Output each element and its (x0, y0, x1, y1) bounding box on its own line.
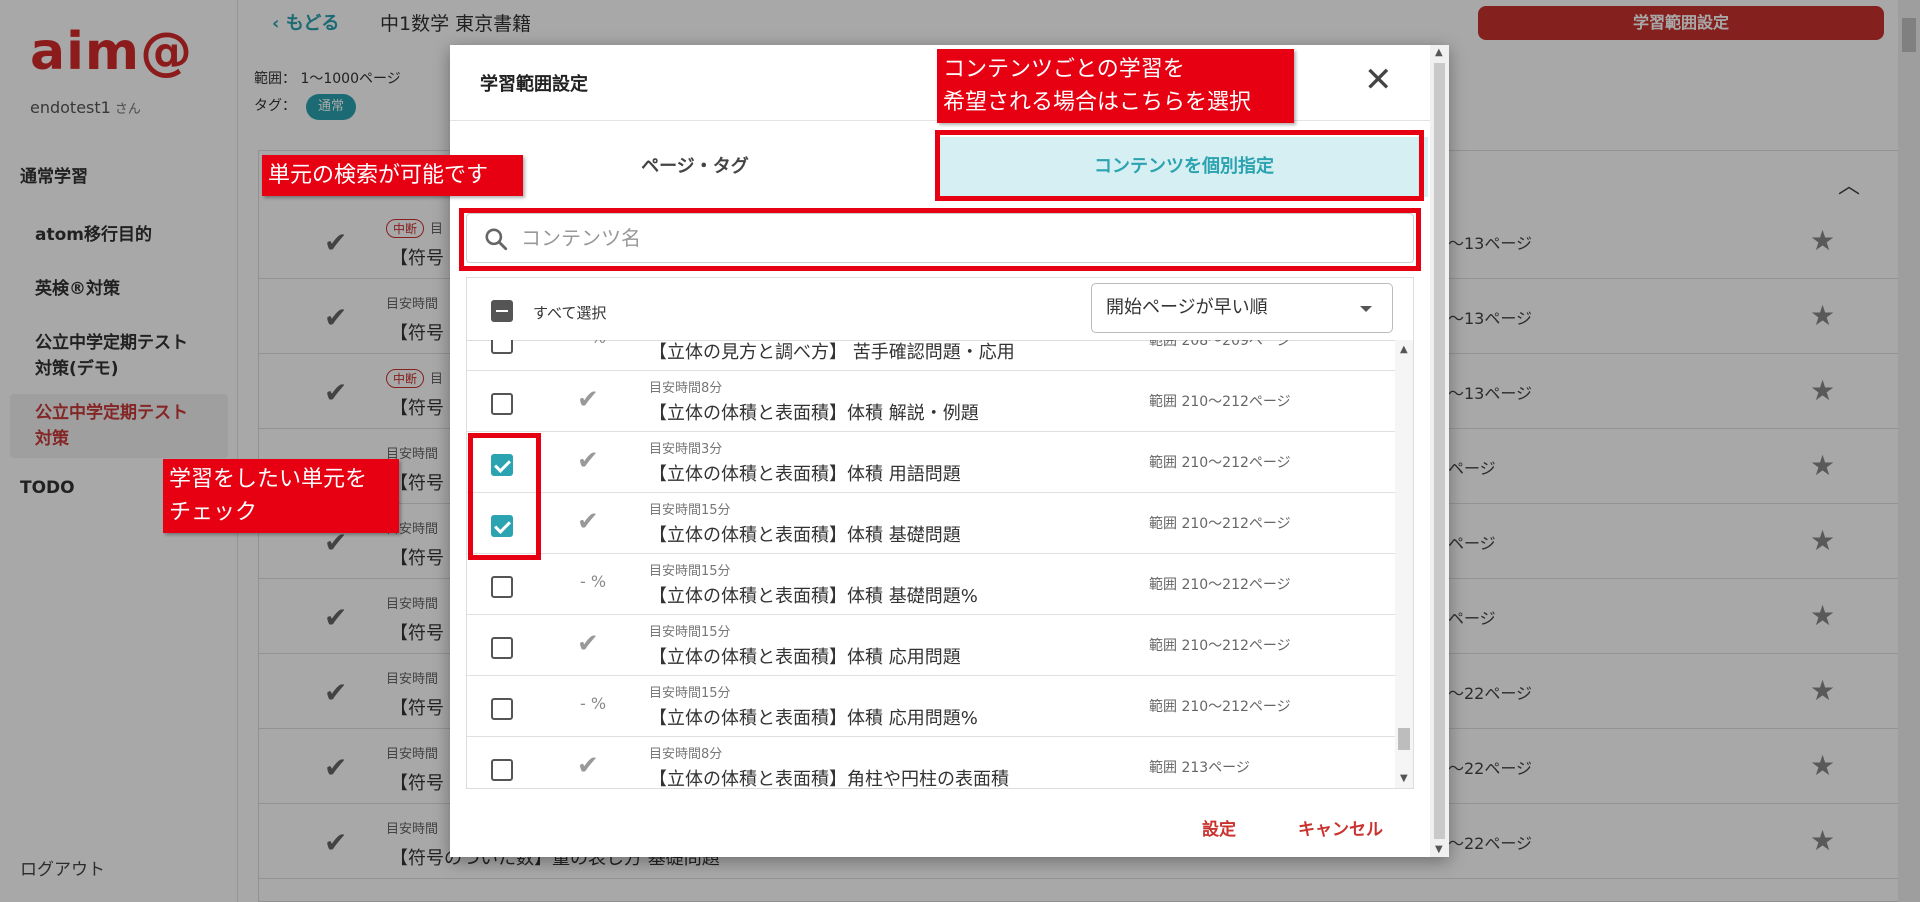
item-checkbox[interactable] (491, 759, 513, 781)
dialog-scrollbar[interactable]: ▲ ▼ (1430, 45, 1449, 857)
list-item[interactable]: - % 目安時間15分【立体の体積と表面積】体積 応用問題% 範囲 210〜212ペ… (467, 676, 1395, 737)
annotation-callout-contents-tab: コンテンツごとの学習を 希望される場合はこちらを選択 (937, 49, 1294, 123)
list-item[interactable]: ✔ 目安時間15分【立体の体積と表面積】体積 応用問題 範囲 210〜212ページ (467, 615, 1395, 676)
check-icon: ✔ (577, 751, 599, 781)
progress-status: - % (579, 572, 607, 591)
item-checkbox[interactable] (491, 340, 513, 354)
list-item[interactable]: - % 【立体の見方と調べ方】 苦手確認問題・応用 範囲 208〜209ページ (467, 340, 1395, 371)
item-name: 【立体の体積と表面積】角柱や円柱の表面積 (649, 769, 1009, 788)
scroll-up-icon[interactable]: ▲ (1400, 344, 1408, 355)
scroll-up-icon[interactable]: ▲ (1435, 47, 1443, 58)
item-time: 目安時間15分 (649, 625, 731, 640)
close-icon[interactable]: ✕ (1364, 63, 1393, 97)
item-range: 範囲 210〜212ページ (1149, 455, 1291, 471)
item-checkbox[interactable] (491, 637, 513, 659)
item-range: 範囲 210〜212ページ (1149, 577, 1291, 593)
progress-status: - % (579, 694, 607, 713)
list-item[interactable]: ✔ 目安時間8分【立体の体積と表面積】体積 解説・例題 範囲 210〜212ページ (467, 371, 1395, 432)
item-range: 範囲 210〜212ページ (1149, 516, 1291, 532)
item-checkbox[interactable] (491, 576, 513, 598)
item-checkbox[interactable] (491, 698, 513, 720)
item-range: 範囲 210〜212ページ (1149, 394, 1291, 410)
progress-status: - % (563, 340, 623, 347)
select-all-label: すべて選択 (533, 304, 607, 322)
item-time: 目安時間15分 (649, 564, 731, 579)
item-time: 目安時間3分 (649, 442, 723, 457)
item-name: 【立体の体積と表面積】体積 解説・例題 (649, 403, 979, 424)
annotation-box-search (459, 208, 1421, 271)
select-all-checkbox[interactable] (491, 300, 513, 322)
item-time: 目安時間15分 (649, 686, 731, 701)
sort-selected-value: 開始ページが早い順 (1106, 297, 1268, 318)
item-time: 目安時間8分 (649, 747, 723, 762)
item-name: 【立体の見方と調べ方】 苦手確認問題・応用 (649, 342, 1015, 363)
item-checkbox[interactable] (491, 393, 513, 415)
content-list: すべて選択 開始ページが早い順 - % 【立体の見方と調べ方】 苦手確認問題・応用… (466, 277, 1414, 789)
sort-select[interactable]: 開始ページが早い順 (1091, 283, 1393, 333)
item-time: 目安時間15分 (649, 503, 731, 518)
check-icon: ✔ (577, 507, 599, 537)
item-range: 範囲 210〜212ページ (1149, 638, 1291, 654)
list-scrollbar-thumb[interactable] (1398, 728, 1410, 750)
item-name: 【立体の体積と表面積】体積 応用問題 (649, 647, 961, 668)
list-item[interactable]: ✔ 目安時間3分【立体の体積と表面積】体積 用語問題 範囲 210〜212ページ (467, 432, 1395, 493)
list-item[interactable]: ✔ 目安時間15分【立体の体積と表面積】体積 基礎問題 範囲 210〜212ページ (467, 493, 1395, 554)
item-range: 範囲 210〜212ページ (1149, 699, 1291, 715)
cancel-button[interactable]: キャンセル (1298, 815, 1383, 840)
check-icon: ✔ (577, 629, 599, 659)
check-icon: ✔ (577, 446, 599, 476)
item-name: 【立体の体積と表面積】体積 応用問題% (649, 708, 978, 729)
list-scrollbar[interactable]: ▲ ▼ (1395, 340, 1413, 788)
caret-down-icon (1360, 306, 1372, 312)
list-item[interactable]: - % 目安時間15分【立体の体積と表面積】体積 基礎問題% 範囲 210〜212ペ… (467, 554, 1395, 615)
annotation-box-checkboxes (468, 433, 541, 560)
check-icon: ✔ (577, 385, 599, 415)
tab-page-tag[interactable]: ページ・タグ (450, 137, 940, 197)
list-item[interactable]: ✔ 目安時間8分【立体の体積と表面積】角柱や円柱の表面積 範囲 213ページ (467, 737, 1395, 788)
item-range: 範囲 208〜209ページ (1149, 340, 1291, 349)
item-name: 【立体の体積と表面積】体積 用語問題 (649, 464, 961, 485)
item-name: 【立体の体積と表面積】体積 基礎問題 (649, 525, 961, 546)
scroll-down-icon[interactable]: ▼ (1400, 773, 1408, 784)
annotation-box-contents-tab (935, 130, 1424, 201)
annotation-callout-check: 学習をしたい単元を チェック (163, 459, 399, 533)
scroll-down-icon[interactable]: ▼ (1435, 844, 1443, 855)
dialog-title: 学習範囲設定 (480, 74, 588, 95)
item-range: 範囲 213ページ (1149, 760, 1250, 776)
item-time: 目安時間8分 (649, 381, 723, 396)
set-button[interactable]: 設定 (1202, 815, 1236, 840)
annotation-callout-search: 単元の検索が可能です (262, 155, 523, 196)
content-items: - % 【立体の見方と調べ方】 苦手確認問題・応用 範囲 208〜209ページ ✔ 目安… (467, 340, 1395, 788)
item-name: 【立体の体積と表面積】体積 基礎問題% (649, 586, 978, 607)
dialog-scrollbar-thumb[interactable] (1434, 63, 1445, 839)
